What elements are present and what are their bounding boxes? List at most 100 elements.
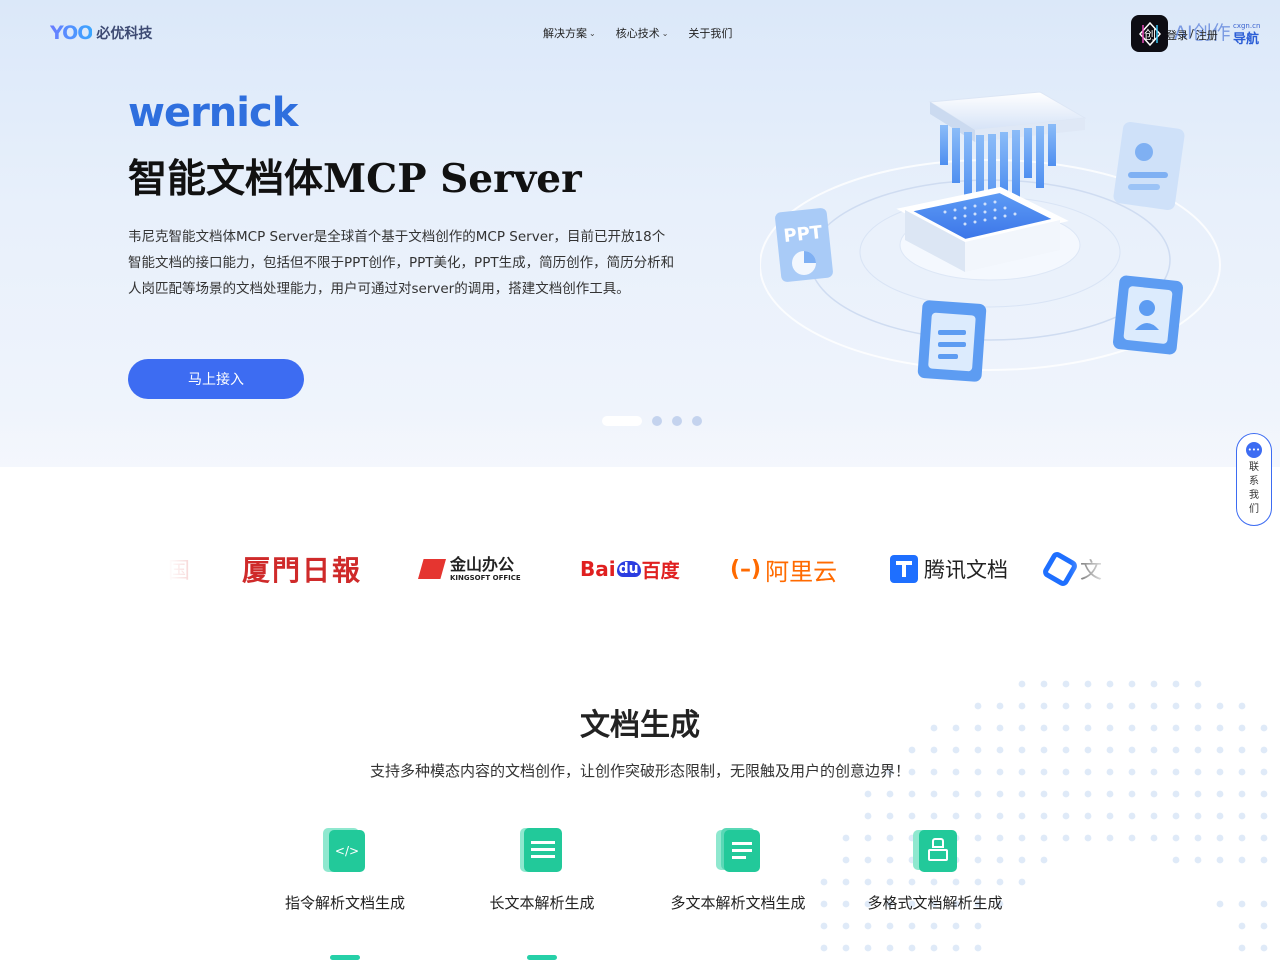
brand-wordmark: wernick [128,90,298,136]
decor-dot [930,790,938,798]
decor-dot [930,812,938,820]
decor-dot [1238,856,1246,864]
next-row-icon-peek [330,955,360,960]
decor-dot [1216,900,1224,908]
logo-mark: YOO [50,22,93,44]
decor-dot [1216,746,1224,754]
decor-dot [974,812,982,820]
logo-text: 必优科技 [96,26,153,42]
decor-dot [886,944,894,952]
decor-dot [1194,746,1202,754]
notebook-card-icon [917,300,987,382]
login-link[interactable]: 登录 [1166,27,1188,43]
contact-us-float[interactable]: ••• 联系我们 [1236,433,1272,526]
decor-dot [908,746,916,754]
decor-dot [1150,834,1158,842]
carousel-dot[interactable] [672,416,682,426]
feature-instruction-doc-gen[interactable]: </> 指令解析文档生成 [255,826,435,913]
decor-dot [1260,944,1268,952]
decor-dot [974,746,982,754]
chevron-down-icon: ⌄ [661,28,669,38]
decor-dot [1260,856,1268,864]
decor-dot [864,812,872,820]
svg-text:创: 创 [1143,28,1155,42]
decor-dot [974,790,982,798]
mcp-server-illustration: PPT [760,91,1221,382]
decor-dot [864,944,872,952]
feature-multi-text-doc-gen[interactable]: 多文本解析文档生成 [648,826,828,913]
carousel-dot[interactable] [692,416,702,426]
feature-label: 指令解析文档生成 [284,894,405,912]
decor-dot [1194,812,1202,820]
chevron-down-icon: ⌄ [589,28,596,38]
register-link[interactable]: 注册 [1196,27,1218,43]
decor-dot [952,746,960,754]
decor-dot [820,922,828,930]
decor-dot [842,944,850,952]
profile-card-icon [1113,275,1183,355]
access-now-button[interactable]: 马上接入 [128,359,304,399]
decor-dot [1216,856,1224,864]
menu-item-about[interactable]: 关于我们 [688,25,732,41]
decor-dot [1128,746,1136,754]
decor-dot [952,812,960,820]
decor-dot [1172,834,1180,842]
feature-long-text-gen[interactable]: 长文本解析生成 [452,826,632,913]
menu-item-label: 关于我们 [688,27,733,40]
fade-right [1070,545,1110,593]
decor-dot [1194,680,1202,688]
partner-logo-aliyun: (–) 阿里云 [730,556,838,586]
decor-dot [974,944,982,952]
decor-dot [1040,856,1048,864]
feature-label: 长文本解析生成 [489,894,595,912]
decor-dot [1216,790,1224,798]
decor-dot [930,746,938,754]
ai-creation-badge-icon[interactable]: 创 [1131,15,1168,52]
menu-item-solutions[interactable]: 解决方案 ⌄ [543,25,596,41]
decor-dot [1238,790,1246,798]
feature-label: 多文本解析文档生成 [670,894,806,912]
hero-banner: YOO 必优科技 解决方案 ⌄ 核心技术 ⌄ 关于我们 创 AI创作 cxgn.… [0,0,1280,467]
decor-dot [996,746,1004,754]
decor-dot [1040,812,1048,820]
ppt-card-icon: PPT [775,208,833,282]
decor-dot [1172,680,1180,688]
partner-logo-kingsoft-office: 金山办公 KINGSOFT OFFICE [418,545,521,593]
decor-dot [1084,812,1092,820]
decor-dot [952,790,960,798]
decor-dot [952,922,960,930]
decor-dot [1150,812,1158,820]
decor-dot [996,812,1004,820]
menu-item-label: 核心技术 [615,27,660,40]
feature-multi-format-doc-gen[interactable]: 多格式文档解析生成 [845,826,1025,913]
site-logo[interactable]: YOO 必优科技 [50,22,152,44]
decor-dot [1238,834,1246,842]
decor-dot [1018,812,1026,820]
menu-item-core-tech[interactable]: 核心技术 ⌄ [616,25,669,41]
decor-dot [1128,834,1136,842]
decor-dot [1260,834,1268,842]
decor-dot [1128,790,1136,798]
fade-left [168,545,208,593]
partner-logo-tencent-docs: 腾讯文档 [890,545,1008,593]
decor-dot [864,790,872,798]
decor-dot [1238,812,1246,820]
decor-dot [1238,746,1246,754]
decor-dot [1040,680,1048,688]
decor-dot [1238,944,1246,952]
decor-dot [1216,834,1224,842]
decor-dot [952,944,960,952]
decor-dot [1260,790,1268,798]
decor-dot [886,812,894,820]
decor-dot [1040,790,1048,798]
decor-dot [1084,746,1092,754]
decor-dot [1260,746,1268,754]
decor-dot [1194,790,1202,798]
carousel-dot[interactable] [652,416,662,426]
format-brush-icon [913,826,957,874]
decor-dot [908,812,916,820]
decor-dot [1150,790,1158,798]
carousel-dot[interactable] [602,416,642,426]
decor-dot [1150,746,1158,754]
decor-dot [1128,812,1136,820]
